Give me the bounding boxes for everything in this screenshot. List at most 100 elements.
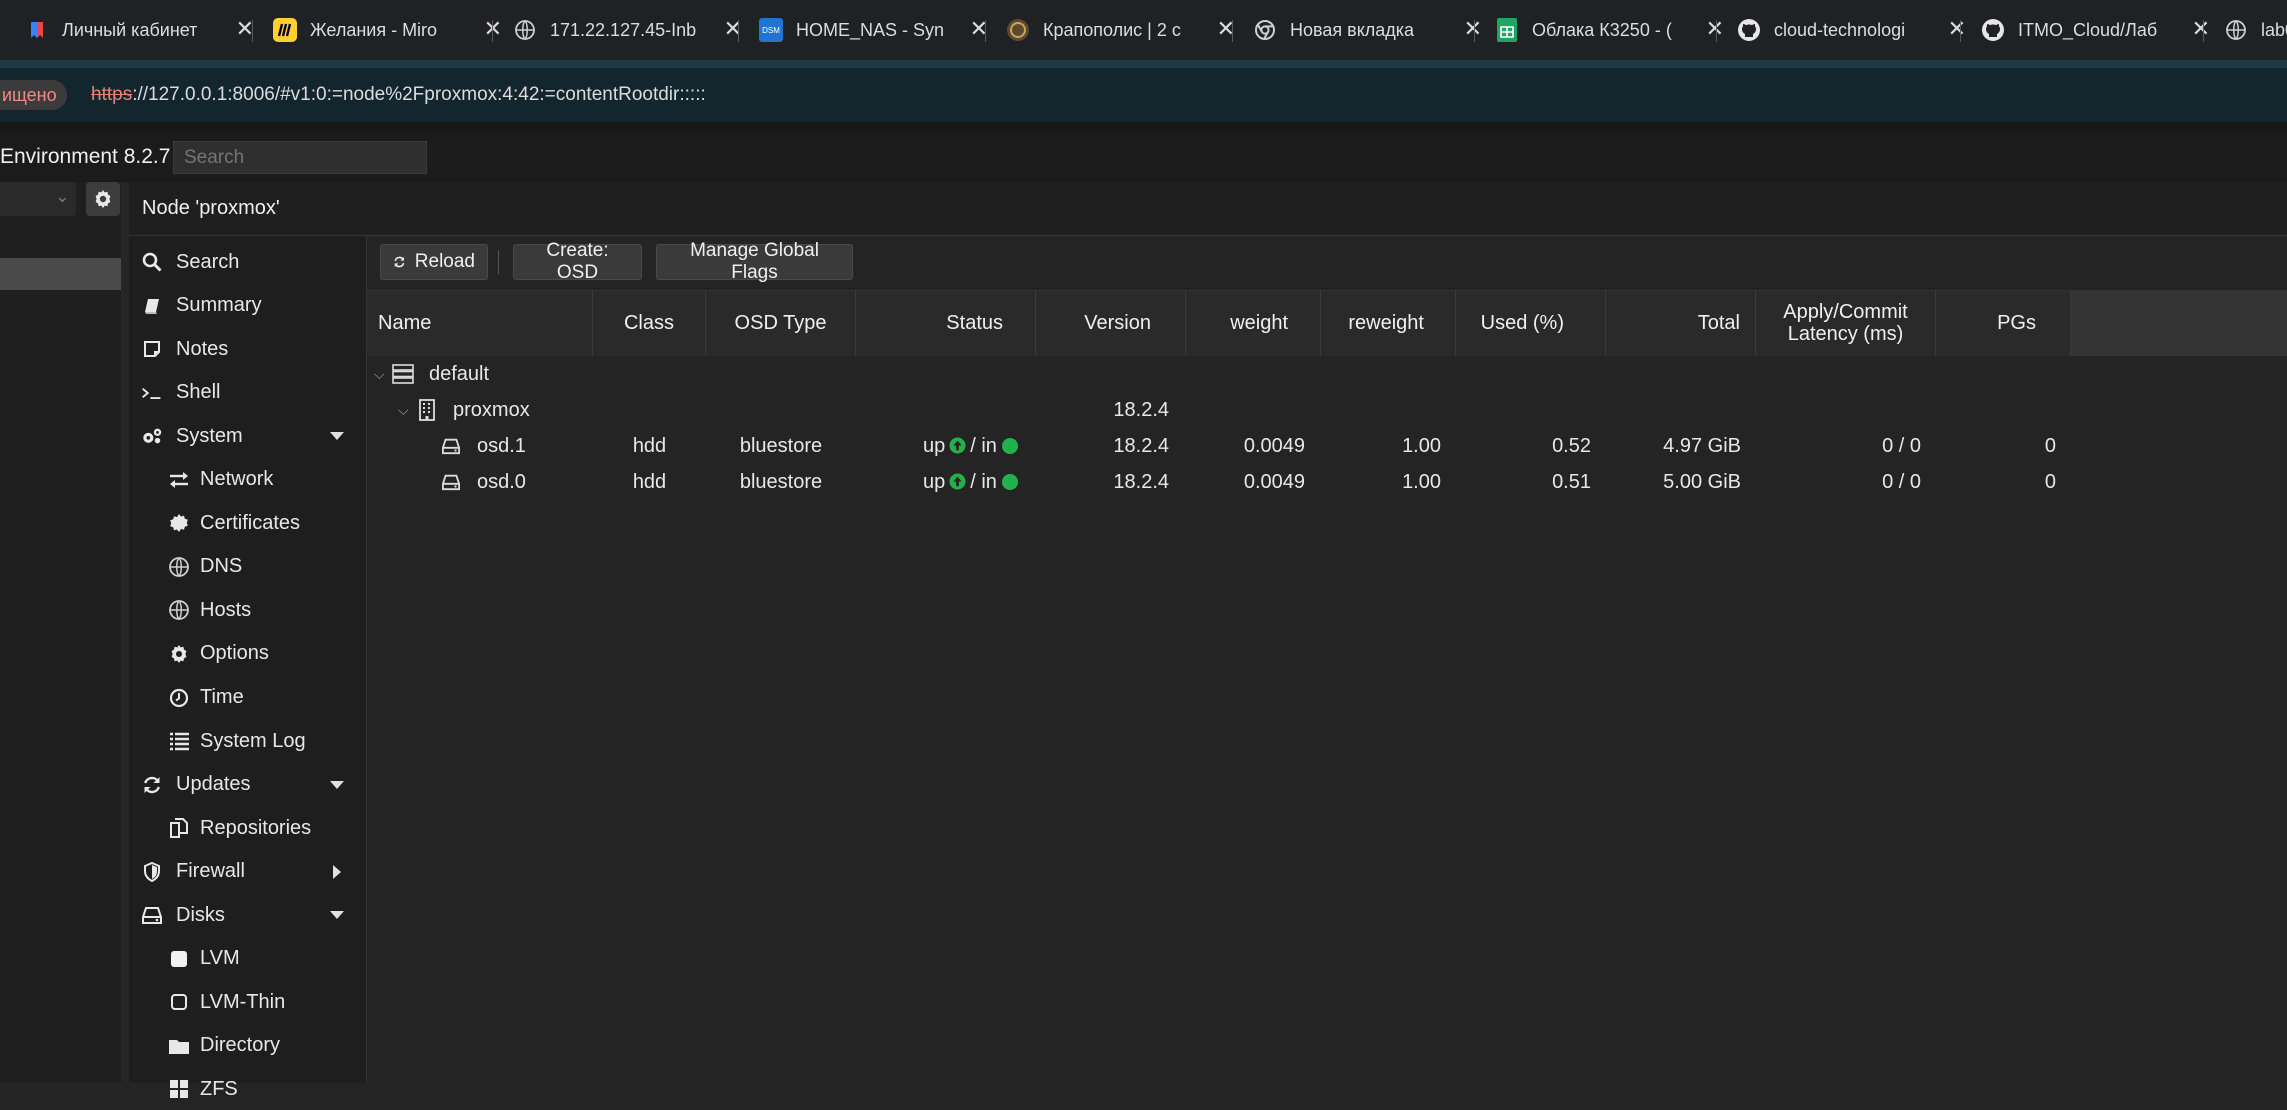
reload-button[interactable]: Reload: [380, 244, 488, 280]
node-title: Node 'proxmox': [142, 197, 280, 219]
server-rack-icon: [392, 364, 414, 384]
global-search-input[interactable]: [173, 141, 427, 174]
host-version: 18.2.4: [1113, 399, 1169, 421]
close-icon[interactable]: ✕: [1706, 17, 1724, 41]
menu-item-summary[interactable]: Summary: [129, 285, 366, 327]
menu-item-lvm[interactable]: LVM: [129, 938, 366, 980]
expander-chevron-icon[interactable]: ⌵: [374, 356, 385, 392]
gear-icon: [95, 190, 111, 208]
column-header-apply-commit-latency-ms[interactable]: Apply/Commit Latency (ms): [1756, 290, 1936, 356]
column-header-pgs[interactable]: PGs: [1936, 290, 2071, 356]
search-icon: [141, 251, 163, 273]
close-icon[interactable]: ✕: [724, 17, 742, 41]
globe-icon: [512, 17, 538, 43]
osd-reweight: 1.00: [1402, 471, 1441, 493]
notes-icon: [141, 338, 163, 360]
osd-name: osd.1: [477, 435, 526, 457]
column-header-weight[interactable]: weight: [1186, 290, 1321, 356]
column-header-total[interactable]: Total: [1606, 290, 1756, 356]
menu-item-zfs[interactable]: ZFS: [129, 1068, 366, 1110]
square-outline-icon: [168, 991, 190, 1013]
menu-item-lvm-thin[interactable]: LVM-Thin: [129, 981, 366, 1023]
menu-item-firewall[interactable]: Firewall: [129, 851, 366, 893]
column-header-osd-type[interactable]: OSD Type: [706, 290, 856, 356]
menu-item-updates[interactable]: Updates: [129, 764, 366, 806]
column-header-name[interactable]: Name: [367, 290, 593, 356]
menu-item-time[interactable]: Time: [129, 677, 366, 719]
menu-item-directory[interactable]: Directory: [129, 1025, 366, 1067]
url-text[interactable]: https://127.0.0.1:8006/#v1:0:=node%2Fpro…: [91, 80, 706, 110]
browser-tab[interactable]: Новая вкладка ✕: [1252, 8, 1484, 52]
osd-status: up / in: [923, 464, 1018, 500]
column-header-used[interactable]: Used (%): [1456, 290, 1606, 356]
browser-tab[interactable]: cloud-technologi ✕: [1736, 8, 1968, 52]
close-icon[interactable]: ✕: [2192, 17, 2210, 41]
building-icon: [417, 399, 437, 421]
hdd-icon: [441, 473, 461, 491]
globe-icon: [168, 599, 190, 621]
browser-tab-title: 171.22.127.45-Inb: [550, 19, 697, 40]
menu-item-system-log[interactable]: System Log: [129, 720, 366, 762]
manage-global-flags-button[interactable]: Manage Global Flags: [656, 240, 853, 283]
menu-item-network[interactable]: Network: [129, 459, 366, 501]
osd-row[interactable]: osd.1 hdd bluestore up / in 18.2.4 0.0049 1.00 0…: [367, 428, 2067, 464]
browser-tab[interactable]: Крапополис | 2 с ✕: [1005, 8, 1237, 52]
tab-divider: [492, 20, 493, 42]
browser-tab[interactable]: DSM HOME_NAS - Syn ✕: [758, 8, 990, 52]
osd-row[interactable]: osd.0 hdd bluestore up / in 18.2.4 0.0049 1.00 0…: [367, 464, 2067, 500]
folder-icon: [168, 1035, 190, 1057]
browser-tab[interactable]: Облака К3250 - ( ✕: [1494, 8, 1726, 52]
browser-tab[interactable]: lab0: [2223, 8, 2287, 52]
column-header-class[interactable]: Class: [593, 290, 706, 356]
menu-item-disks[interactable]: Disks: [129, 894, 366, 936]
caret-down-icon[interactable]: [329, 780, 345, 790]
browser-tab[interactable]: ITMO_Cloud/Лаб ✕: [1980, 8, 2212, 52]
menu-item-system[interactable]: System: [129, 415, 366, 457]
close-icon[interactable]: ✕: [1464, 17, 1482, 41]
menu-item-dns[interactable]: DNS: [129, 546, 366, 588]
not-secure-badge[interactable]: ищено: [0, 80, 67, 110]
host-name: proxmox: [453, 399, 530, 421]
caret-down-icon[interactable]: [329, 910, 345, 920]
osd-version: 18.2.4: [1113, 471, 1169, 493]
browser-tab[interactable]: Личный кабинет ✕: [24, 8, 256, 52]
menu-item-notes[interactable]: Notes: [129, 328, 366, 370]
tab-divider: [738, 20, 739, 42]
menu-item-label: Updates: [176, 773, 251, 796]
close-icon[interactable]: ✕: [1948, 17, 1966, 41]
tree-row-root[interactable]: ⌵ default: [367, 356, 2067, 392]
expander-chevron-icon[interactable]: ⌵: [398, 392, 409, 428]
tree-row-host[interactable]: ⌵ proxmox 18.2.4: [367, 392, 2067, 428]
menu-item-certificates[interactable]: Certificates: [129, 502, 366, 544]
view-selector[interactable]: ⌄: [0, 182, 76, 216]
browser-tab[interactable]: Желания - Miro✕: [272, 8, 504, 52]
caret-right-icon[interactable]: [332, 864, 342, 880]
osd-total: 4.97 GiB: [1663, 435, 1741, 457]
browser-tab-title: cloud-technologi: [1774, 19, 1906, 40]
tree-splitter[interactable]: [121, 182, 129, 1083]
column-header-version[interactable]: Version: [1036, 290, 1186, 356]
create-osd-button[interactable]: Create: OSD: [513, 240, 642, 283]
url-scheme: https: [91, 84, 133, 105]
tree-selected-node[interactable]: [0, 258, 121, 290]
view-settings-button[interactable]: [86, 182, 120, 216]
shield-icon: [141, 861, 163, 883]
terminal-icon: [141, 382, 163, 404]
menu-item-search[interactable]: Search: [129, 241, 366, 283]
browser-tab[interactable]: 171.22.127.45-Inb ✕: [512, 8, 744, 52]
column-header-reweight[interactable]: reweight: [1321, 290, 1456, 356]
browser-tab-title: Облака К3250 - (: [1532, 19, 1672, 40]
caret-down-icon[interactable]: [329, 431, 345, 441]
menu-item-repositories[interactable]: Repositories: [129, 807, 366, 849]
osd-weight: 0.0049: [1243, 471, 1305, 493]
column-header-status[interactable]: Status: [856, 290, 1036, 356]
exchange-icon: [168, 469, 190, 491]
menu-item-hosts[interactable]: Hosts: [129, 589, 366, 631]
osd-used-percent: 0.52: [1552, 435, 1591, 457]
bookmark-icon: [24, 17, 50, 43]
menu-item-shell[interactable]: Shell: [129, 372, 366, 414]
chevron-down-icon: ⌄: [54, 186, 70, 206]
menu-item-options[interactable]: Options: [129, 633, 366, 675]
osd-name: osd.0: [477, 471, 526, 493]
github-icon: [1736, 17, 1762, 43]
